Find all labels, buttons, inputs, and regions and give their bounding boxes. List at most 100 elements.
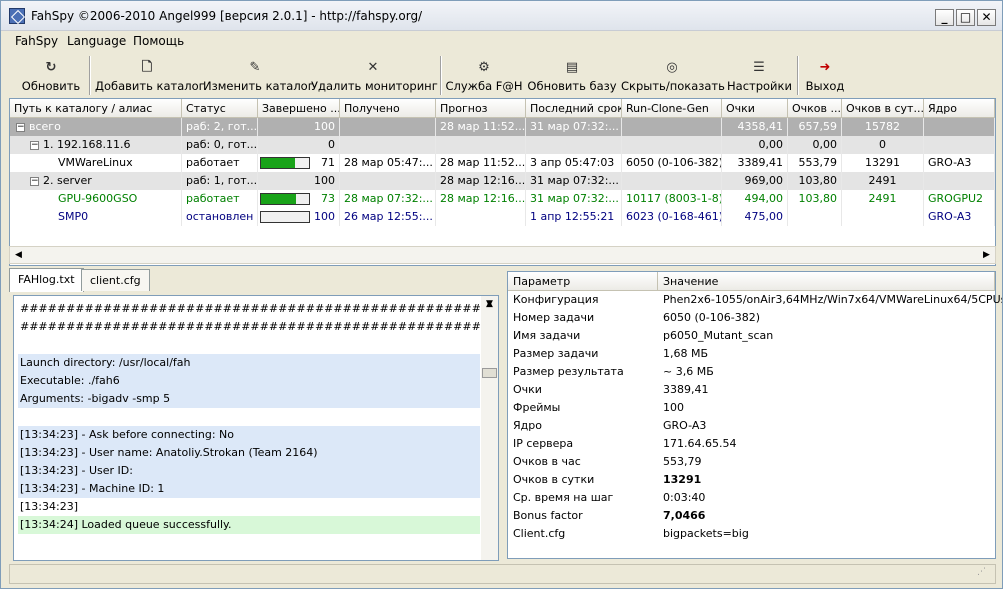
grid-row[interactable]: −2. server раб: 1, гот... 100 28 мар 12:16.…	[10, 172, 995, 190]
menu-fahspy[interactable]: FahSpy	[15, 34, 58, 48]
maximize-button[interactable]: □	[956, 9, 975, 26]
grid-header-cell[interactable]: Run-Clone-Gen	[622, 99, 722, 118]
grid-cell-done: 100	[258, 208, 340, 226]
menu-help[interactable]: Помощь	[133, 34, 184, 48]
minimize-button[interactable]: _	[935, 9, 954, 26]
row-path-label: 1. 192.168.11.6	[43, 138, 131, 151]
property-value: ~ 3,6 МБ	[663, 365, 714, 378]
log-line: [13:34:23]	[20, 500, 78, 513]
tab-client-cfg[interactable]: client.cfg	[81, 269, 150, 291]
property-value: 3389,41	[663, 383, 709, 396]
scroll-thumb[interactable]	[482, 368, 497, 378]
tree-collapse-icon[interactable]: −	[30, 176, 39, 186]
progress-value: 100	[314, 210, 335, 223]
app-icon	[9, 8, 25, 24]
property-name: Ср. время на шаг	[513, 491, 614, 504]
grid-cell-core	[924, 118, 995, 136]
log-line: Launch directory: /usr/local/fah	[18, 354, 480, 372]
show-hide-button[interactable]: ◎ Скрыть/показать	[621, 54, 725, 97]
property-row: IP сервера 171.64.65.54	[508, 435, 995, 453]
grid-header-cell[interactable]: Очков ...	[788, 99, 842, 118]
edit-directory-button[interactable]: ✎ Изменить каталог	[203, 54, 314, 97]
grid-cell-core: GRO-A3	[924, 154, 995, 172]
grid-header-cell[interactable]: Прогноз	[436, 99, 526, 118]
property-value: p6050_Mutant_scan	[663, 329, 774, 342]
property-row: Client.cfg bigpackets=big	[508, 525, 995, 543]
menu-language[interactable]: Language	[67, 34, 126, 48]
grid-cell-forecast: 28 мар 12:16...	[436, 172, 526, 190]
grid-cell-points: 475,00	[722, 208, 788, 226]
grid-row[interactable]: − всего раб: 2, гот... 100 28 мар 11:52... 31…	[10, 118, 995, 136]
grid-cell-ppd: 2491	[842, 172, 924, 190]
scroll-left-icon[interactable]: ◀	[10, 247, 27, 263]
fah-service-button[interactable]: ⚙ Служба F@H	[445, 54, 523, 97]
grid-row[interactable]: −1. 192.168.11.6 раб: 0, гот... 0 0,00 0,00 0	[10, 136, 995, 154]
grid-cell-deadline: 31 мар 07:32:...	[526, 118, 622, 136]
close-button[interactable]: ✕	[977, 9, 996, 26]
grid-header-cell[interactable]: Получено	[340, 99, 436, 118]
exit-button[interactable]: ➜ Выход	[803, 54, 847, 97]
log-line: [13:34:23] - User ID:	[18, 462, 480, 480]
grid-cell-pph: 657,59	[788, 118, 842, 136]
grid-header-cell[interactable]: Путь к каталогу / алиас	[10, 99, 182, 118]
resize-grip-icon[interactable]: ⋰	[977, 567, 989, 579]
grid-cell-path: − всего	[10, 118, 182, 136]
grid-cell-points: 0,00	[722, 136, 788, 154]
scroll-down-icon[interactable]: ▼	[481, 296, 498, 312]
grid-row[interactable]: GPU-9600GSO работает 73 28 мар 07:32:... 28 …	[10, 190, 995, 208]
grid-cell-points: 969,00	[722, 172, 788, 190]
monitor-grid[interactable]: Путь к каталогу / алиас Статус Завершено .…	[9, 98, 996, 266]
grid-header-cell[interactable]: Очков в сут...	[842, 99, 924, 118]
delete-monitoring-button[interactable]: ✕ Удалить мониторинг	[311, 54, 438, 97]
property-value: bigpackets=big	[663, 527, 749, 540]
grid-cell-pph: 553,79	[788, 154, 842, 172]
property-name: Очков в сутки	[513, 473, 595, 486]
progress-value: 71	[321, 156, 335, 169]
grid-cell-status: остановлен	[182, 208, 258, 226]
grid-cell-path: SMP0	[10, 208, 182, 226]
grid-cell-ppd: 2491	[842, 190, 924, 208]
progress-value: 100	[314, 174, 335, 187]
grid-header-cell[interactable]: Завершено ...	[258, 99, 340, 118]
log-vertical-scrollbar[interactable]: ▲ ▼	[481, 296, 498, 560]
log-view[interactable]: ########################################…	[13, 295, 499, 561]
property-name: Client.cfg	[513, 527, 566, 540]
property-value: 7,0466	[663, 509, 706, 522]
grid-cell-done: 71	[258, 154, 340, 172]
grid-cell-forecast: 28 мар 12:16...	[436, 190, 526, 208]
delete-monitoring-label: Удалить мониторинг	[311, 79, 438, 93]
property-name: Размер задачи	[513, 347, 599, 360]
service-gear-icon: ⚙	[478, 60, 490, 75]
grid-cell-ppd: 0	[842, 136, 924, 154]
update-db-button[interactable]: ▤ Обновить базу	[527, 54, 617, 97]
grid-cell-status: раб: 0, гот...	[182, 136, 258, 154]
grid-header-cell[interactable]: Последний срок	[526, 99, 622, 118]
property-row: Конфигурация Phen2x6-1055/onAir3,64MHz/Wi…	[508, 291, 1002, 309]
grid-row[interactable]: VMWareLinux работает 71 28 мар 05:47:... 28 …	[10, 154, 995, 172]
tree-collapse-icon[interactable]: −	[16, 122, 25, 132]
grid-header-cell[interactable]: Статус	[182, 99, 258, 118]
grid-cell-core: GRO-A3	[924, 208, 995, 226]
grid-cell-core	[924, 136, 995, 154]
menu-bar: FahSpy Language Помощь	[1, 31, 1002, 51]
grid-cell-path: GPU-9600GSO	[10, 190, 182, 208]
grid-header-cell[interactable]: Очки	[722, 99, 788, 118]
log-line: [13:34:24] Loaded queue successfully.	[18, 516, 480, 534]
property-row: Фреймы 100	[508, 399, 995, 417]
grid-cell-ppd: 15782	[842, 118, 924, 136]
property-row: Очков в час 553,79	[508, 453, 995, 471]
grid-cell-status: раб: 2, гот...	[182, 118, 258, 136]
grid-row[interactable]: SMP0 остановлен 100 26 мар 12:55:... 1 апр 1…	[10, 208, 995, 226]
add-directory-button[interactable]: 🗋 Добавить каталог	[95, 54, 205, 97]
scroll-right-icon[interactable]: ▶	[978, 247, 995, 263]
property-name: Очки	[513, 383, 542, 396]
grid-cell-rcg	[622, 136, 722, 154]
grid-header-cell[interactable]: Ядро	[924, 99, 995, 118]
title-bar[interactable]: FahSpy ©2006-2010 Angel999 [версия 2.0.1…	[1, 1, 1002, 31]
tree-collapse-icon[interactable]: −	[30, 140, 39, 150]
grid-horizontal-scrollbar[interactable]: ◀ ▶	[9, 246, 996, 264]
progress-value: 73	[321, 192, 335, 205]
tab-fahlog[interactable]: FAHlog.txt	[9, 268, 84, 292]
refresh-button[interactable]: ↻ Обновить	[17, 54, 85, 97]
settings-button[interactable]: ☰ Настройки	[727, 54, 792, 97]
